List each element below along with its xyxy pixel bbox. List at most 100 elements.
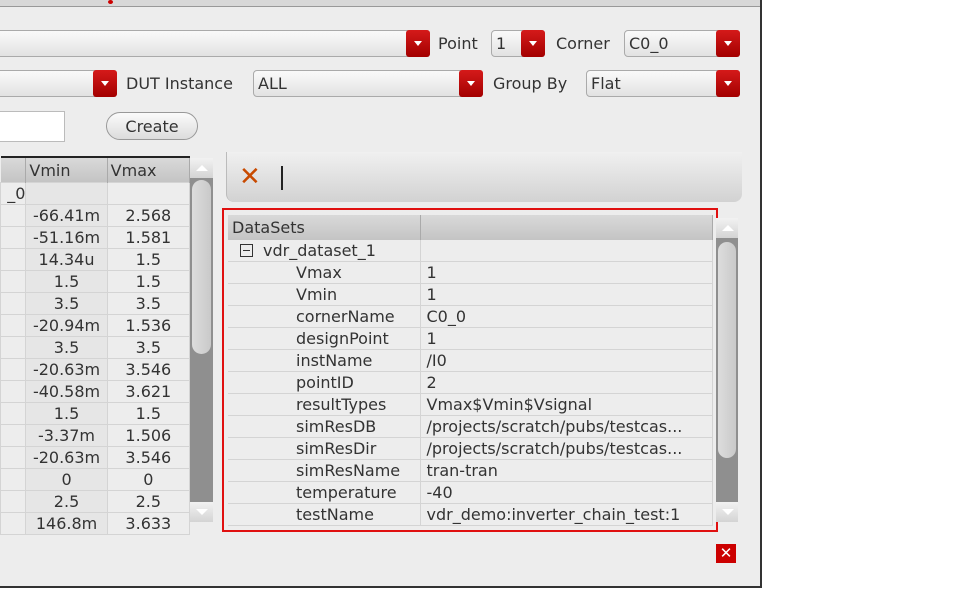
table-row[interactable]: -66.41m 2.568 [0, 204, 191, 227]
collapse-icon[interactable] [240, 244, 253, 257]
table-row[interactable]: -20.94m 1.536 [0, 314, 191, 337]
table-row[interactable]: -20.63m 3.546 [0, 446, 191, 469]
tree-property-row[interactable]: Vmin 1 [228, 283, 713, 306]
chevron-down-icon[interactable] [406, 30, 430, 57]
table-row[interactable]: 14.34u 1.5 [0, 248, 191, 271]
property-value: /I0 [420, 349, 713, 372]
dut-instance-select[interactable]: ALL [253, 70, 483, 97]
table-row[interactable]: _0 [0, 182, 191, 205]
vmin-cell: 2.5 [25, 490, 108, 513]
tree-property-row[interactable]: resultTypes Vmax$Vmin$Vsignal [228, 393, 713, 416]
property-value: Vmax$Vmin$Vsignal [420, 393, 713, 416]
property-name: simResName [228, 459, 421, 482]
table-row[interactable]: 1.5 1.5 [0, 270, 191, 293]
left-table-scrollbar[interactable] [190, 158, 213, 522]
tree-property-row[interactable]: simResDir/projects/scratch/pubs/testcas.… [228, 437, 713, 460]
table-row[interactable]: -20.63m 3.546 [0, 358, 191, 381]
chevron-down-icon[interactable] [459, 70, 483, 97]
cell [0, 270, 27, 293]
indicator-dot [108, 0, 113, 4]
property-name: simResDir [228, 437, 421, 460]
scroll-up-icon[interactable] [716, 218, 738, 238]
property-value: 2 [420, 371, 713, 394]
scrollbar-thumb[interactable] [192, 180, 211, 354]
cell [0, 490, 27, 513]
table-row[interactable]: -51.16m 1.581 [0, 226, 191, 249]
create-button[interactable]: Create [106, 112, 198, 140]
column-header-vmax[interactable]: Vmax [107, 157, 191, 183]
table-row[interactable]: 146.8m 3.633 [0, 512, 191, 535]
table-row[interactable]: 3.5 3.5 [0, 292, 191, 315]
chevron-down-icon[interactable] [521, 30, 545, 57]
filter-select[interactable] [0, 70, 117, 97]
test-select[interactable] [0, 30, 430, 57]
table-row[interactable]: 1.5 1.5 [0, 402, 191, 425]
name-input[interactable] [0, 111, 65, 142]
vmin-cell: -20.63m [25, 358, 108, 381]
cell [0, 380, 27, 403]
vmax-cell: 2.568 [106, 204, 191, 227]
vmin-cell: -51.16m [25, 226, 108, 249]
vmin-cell: 3.5 [25, 336, 108, 359]
vmin-cell: -3.37m [25, 424, 108, 447]
table-row[interactable]: -40.58m 3.621 [0, 380, 191, 403]
cell [420, 240, 713, 262]
close-icon[interactable]: ✕ [716, 544, 736, 563]
property-name: designPoint [228, 327, 421, 350]
cell [0, 336, 27, 359]
property-value: 1 [420, 283, 713, 306]
tree-property-row[interactable]: pointID 2 [228, 371, 713, 394]
table-row[interactable]: 3.5 3.5 [0, 336, 191, 359]
vmin-cell: -40.58m [25, 380, 108, 403]
property-value: 1 [420, 327, 713, 350]
scrollbar-thumb[interactable] [718, 242, 736, 458]
table-row[interactable]: -3.37m 1.506 [0, 424, 191, 447]
datasets-tree: DataSets vdr_dataset_1 Vmax 1 Vmin 1 cornerN… [228, 215, 713, 526]
scroll-up-icon[interactable] [190, 158, 213, 178]
point-value: 1 [496, 34, 507, 53]
chevron-down-icon[interactable] [93, 70, 117, 97]
vmin-cell: 1.5 [25, 270, 108, 293]
property-value: /projects/scratch/pubs/testcas... [420, 415, 713, 438]
tree-property-row[interactable]: simResName tran-tran [228, 459, 713, 482]
delete-icon[interactable]: ✕ [239, 162, 261, 192]
point-select[interactable]: 1 [491, 30, 545, 57]
scroll-down-icon[interactable] [190, 502, 213, 522]
datasets-header: DataSets [228, 215, 421, 240]
table-row[interactable]: 00 [0, 468, 191, 491]
corner-select[interactable]: C0_0 [624, 30, 740, 57]
corner-label: Corner [556, 34, 610, 53]
datasets-scrollbar[interactable] [716, 218, 738, 522]
property-name: pointID [228, 371, 421, 394]
vmax-cell: 0 [106, 468, 191, 491]
vmin-cell: 14.34u [25, 248, 108, 271]
tree-property-row[interactable]: cornerName C0_0 [228, 305, 713, 328]
table-row[interactable]: 2.5 2.5 [0, 490, 191, 513]
tree-property-row[interactable]: simResDB/projects/scratch/pubs/testcas..… [228, 415, 713, 438]
property-name: resultTypes [228, 393, 421, 416]
tree-node-dataset[interactable]: vdr_dataset_1 [228, 240, 713, 262]
column-header-vmin[interactable]: Vmin [25, 157, 108, 183]
tree-property-row[interactable]: Vmax 1 [228, 261, 713, 284]
table-header: Vmin Vmax [0, 157, 191, 183]
chevron-down-icon[interactable] [716, 70, 740, 97]
window: Point 1 Corner C0_0 DUT Instance ALL Gro… [0, 0, 762, 588]
tree-property-row[interactable]: testName vdr_demo:inverter_chain_test:1 [228, 503, 713, 526]
property-name: testName [228, 503, 421, 526]
dataset-toolbar: ✕ [226, 152, 742, 202]
scroll-down-icon[interactable] [716, 502, 738, 522]
vmin-cell: 0 [25, 468, 108, 491]
property-value: /projects/scratch/pubs/testcas... [420, 437, 713, 460]
chevron-down-icon[interactable] [716, 30, 740, 57]
tree-property-row[interactable]: designPoint 1 [228, 327, 713, 350]
group-by-select[interactable]: Flat [586, 70, 740, 97]
cell [0, 292, 27, 315]
property-name: simResDB [228, 415, 421, 438]
cell: _0 [0, 182, 27, 205]
dataset-name: vdr_dataset_1 [263, 241, 376, 260]
cell [0, 358, 27, 381]
tree-property-row[interactable]: instName/I0 [228, 349, 713, 372]
vmax-cell: 3.621 [106, 380, 191, 403]
tree-property-row[interactable]: temperature -40 [228, 481, 713, 504]
property-name: cornerName [228, 305, 421, 328]
